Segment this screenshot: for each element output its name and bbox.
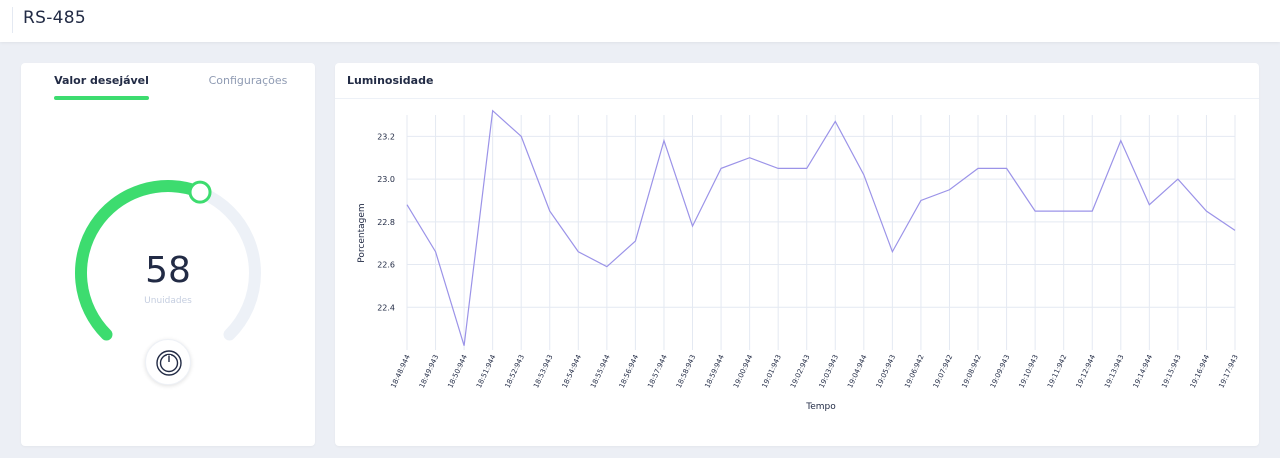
x-tick-label: 19:12:944 — [1075, 353, 1098, 389]
x-tick-label: 19:14:944 — [1132, 353, 1155, 389]
gauge-unit: Unuidades — [144, 296, 192, 306]
series-line — [406, 109, 1236, 346]
x-tick-label: 19:13:943 — [1103, 353, 1125, 389]
x-tick-label: 19:00:944 — [732, 353, 755, 389]
chart-card: Luminosidade 22.4 22.6 22.8 23.0 23.2 18:48:9… — [335, 63, 1259, 446]
power-icon — [156, 350, 182, 376]
power-button[interactable] — [145, 339, 191, 385]
x-tick-label: 19:17:943 — [1217, 353, 1239, 389]
header-divider — [12, 7, 13, 33]
x-tick-label: 19:04:944 — [846, 353, 869, 389]
x-tick-label: 19:16:944 — [1189, 353, 1212, 389]
x-tick-label: 18:48:944 — [389, 353, 412, 389]
x-tick-label: 18:50:944 — [446, 353, 469, 389]
gauge-value: 58 — [145, 250, 191, 291]
x-tick-label: 18:51:944 — [475, 353, 498, 389]
x-tick-label: 18:59:944 — [703, 353, 726, 389]
x-tick-label: 19:11:942 — [1046, 353, 1068, 389]
x-tick-label: 18:53:943 — [532, 353, 554, 389]
control-card: Valor desejável Configurações 58 Unuidad… — [21, 63, 315, 446]
x-tick-label: 18:58:943 — [675, 353, 697, 389]
y-tick-label: 22.6 — [377, 261, 395, 270]
y-tick-label: 22.4 — [377, 303, 395, 312]
x-tick-label: 19:01:943 — [761, 353, 783, 389]
x-tick-label: 19:08:942 — [960, 353, 982, 389]
y-tick-label: 22.8 — [377, 218, 395, 227]
x-tick-label: 19:02:943 — [789, 353, 811, 389]
x-tick-label: 18:55:944 — [589, 353, 612, 389]
x-axis-title: Tempo — [805, 402, 836, 412]
luminosity-chart: 22.4 22.6 22.8 23.0 23.2 18:48:944 18:49:943 18… — [357, 109, 1240, 412]
top-bar: RS-485 — [0, 0, 1280, 42]
x-tick-label: 18:57:944 — [646, 353, 669, 389]
x-tick-label: 18:49:943 — [418, 353, 440, 389]
x-tick-label: 19:06:942 — [903, 353, 925, 389]
gauge-handle[interactable] — [188, 180, 212, 204]
y-axis-title: Porcentagem — [357, 203, 367, 262]
x-tick-label: 19:15:943 — [1160, 353, 1182, 389]
x-tick-label: 19:05:943 — [875, 353, 897, 389]
x-tick-label: 19:07:942 — [932, 353, 954, 389]
x-tick-label: 19:09:943 — [989, 353, 1011, 389]
x-tick-label: 18:52:943 — [504, 353, 526, 389]
y-tick-label: 23.2 — [377, 132, 395, 141]
x-tick-label: 19:10:943 — [1018, 353, 1040, 389]
x-tick-label: 18:54:944 — [561, 353, 584, 389]
x-tick-label: 18:56:944 — [618, 353, 641, 389]
page-title: RS-485 — [23, 8, 86, 28]
y-tick-label: 23.0 — [377, 175, 395, 184]
x-tick-label: 19:03:943 — [818, 353, 840, 389]
